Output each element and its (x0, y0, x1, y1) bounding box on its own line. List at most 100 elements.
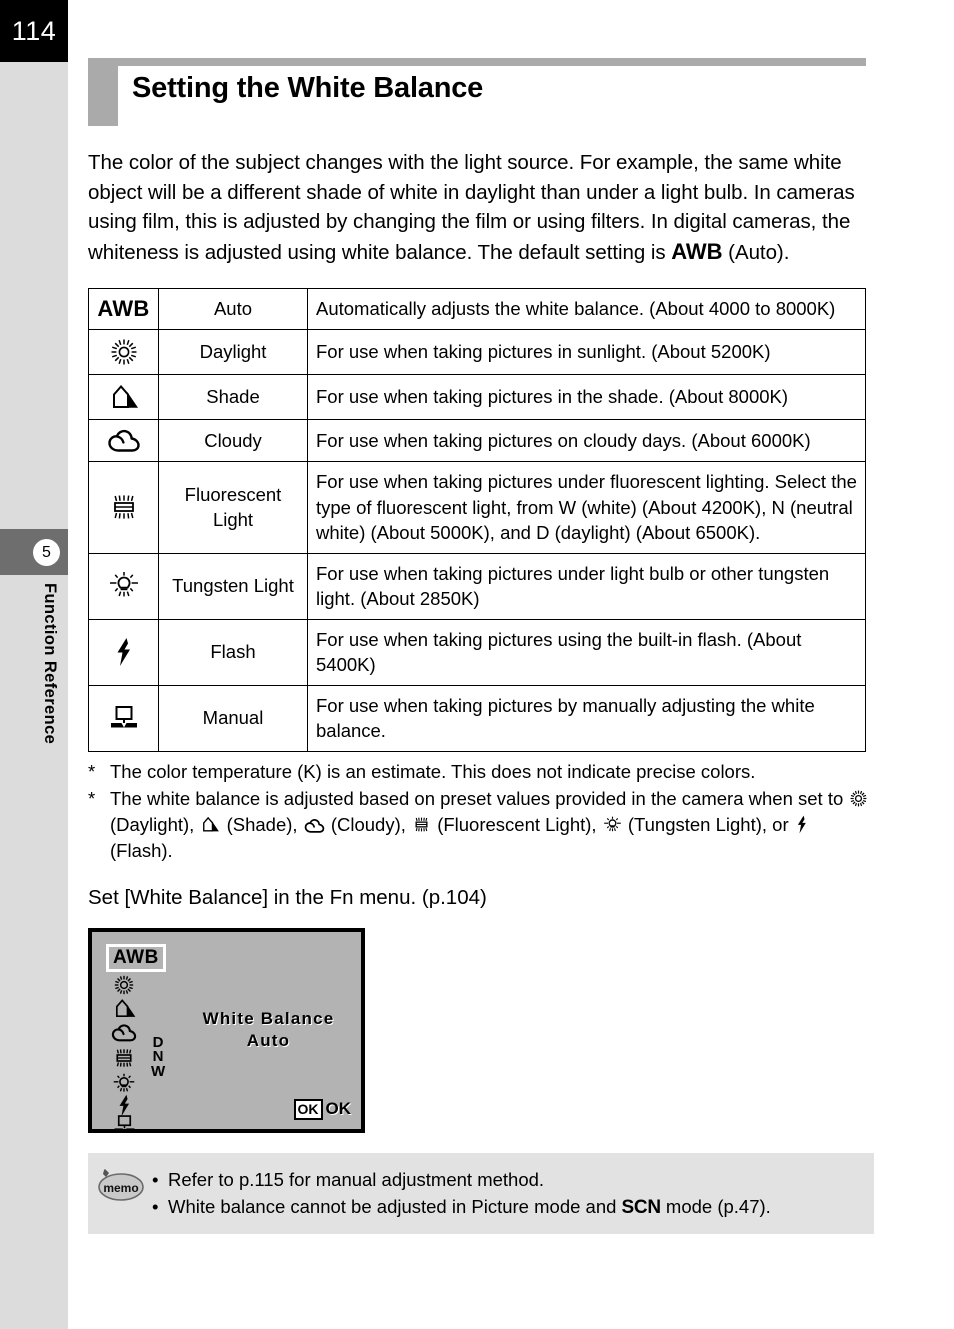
wb-desc-cell: For use when taking pictures using the b… (307, 618, 866, 686)
wb-name-cell: Tungsten Light (158, 552, 308, 620)
wb-icon-cell (88, 552, 159, 620)
table-row: Flash For use when taking pictures using… (88, 618, 866, 686)
heading-left-block (88, 66, 118, 126)
footnote-marker: * (88, 760, 96, 782)
house-shade-icon (108, 382, 140, 412)
wb-desc-cell: For use when taking pictures under light… (307, 552, 866, 620)
footnote-tungsten-label: (Tungsten Light), or (627, 813, 794, 835)
awb-text-icon: AWB (97, 295, 150, 321)
wb-name-cell: Daylight (158, 329, 308, 375)
wb-icon-cell (88, 374, 159, 420)
footnote-text: The white balance is adjusted based on p… (110, 786, 874, 864)
wb-name-cell: Shade (158, 374, 308, 420)
wb-desc-cell: For use when taking pictures in the shad… (307, 374, 866, 420)
memo-text-pre: White balance cannot be adjusted in Pict… (168, 1195, 622, 1217)
wb-desc-cell: For use when taking pictures in sunlight… (307, 329, 866, 375)
lcd-title-block: White Balance Auto (176, 1008, 361, 1052)
footnote-lead: The white balance is adjusted based on p… (110, 787, 849, 809)
footnote-shade-label: (Shade), (226, 813, 303, 835)
manual-screen-icon (108, 703, 140, 733)
chapter-tab: 5 (0, 529, 68, 575)
table-row: AWB Auto Automatically adjusts the white… (88, 287, 866, 330)
lcd-option-w[interactable]: W (151, 1064, 165, 1080)
bullet-icon: • (152, 1168, 159, 1190)
footnote-flash-label: (Flash). (110, 839, 173, 861)
intro-text-part2: (Auto). (722, 240, 790, 264)
wb-name-cell: Auto (158, 287, 308, 330)
footnote-cloudy-label: (Cloudy), (330, 813, 412, 835)
table-row: Fluorescent Light For use when taking pi… (88, 461, 866, 554)
sun-daylight-icon[interactable] (109, 972, 139, 998)
bullet-icon: • (152, 1195, 159, 1217)
memo-text: White balance cannot be adjusted in Pict… (168, 1193, 771, 1221)
footnote-2: * The white balance is adjusted based on… (88, 786, 874, 864)
table-row: Tungsten Light For use when taking pictu… (88, 552, 866, 620)
wb-desc-cell: Automatically adjusts the white balance.… (307, 287, 866, 330)
footnotes: * The color temperature (K) is an estima… (88, 759, 874, 864)
set-instruction: Set [White Balance] in the Fn menu. (p.1… (88, 885, 487, 909)
cloud-cloudy-icon (107, 428, 141, 454)
lcd-ok-label: OK (325, 1099, 352, 1119)
wb-icon-cell (88, 684, 159, 752)
house-shade-icon (200, 815, 220, 834)
table-row: Shade For use when taking pictures in th… (88, 374, 866, 420)
page-number: 114 (0, 0, 68, 62)
wb-name-cell: Flash (158, 618, 308, 686)
table-body: AWB Auto Automatically adjusts the white… (88, 287, 866, 752)
footnote-marker: * (88, 787, 96, 809)
sun-daylight-icon (849, 789, 868, 808)
table-row: Manual For use when taking pictures by m… (88, 684, 866, 752)
lcd-screen: AWB D N W White Balance Auto OK OK (88, 927, 365, 1133)
scn-mode-label: SCN (621, 1196, 662, 1218)
table-row: Daylight For use when taking pictures in… (88, 329, 866, 375)
wb-icon-cell (88, 461, 159, 554)
table-row: Cloudy For use when taking pictures on c… (88, 418, 866, 463)
white-balance-table: AWB Auto Automatically adjusts the white… (88, 287, 866, 752)
lcd-ok-button[interactable]: OK OK (293, 1098, 352, 1120)
memo-box: memo • Refer to p.115 for manual adjustm… (88, 1152, 874, 1234)
footnote-fluorescent-label: (Fluorescent Light), (437, 813, 602, 835)
heading-top-rule (88, 58, 866, 66)
memo-icon: memo (92, 1167, 148, 1205)
wb-name-cell: Fluorescent Light (158, 461, 308, 554)
sun-daylight-icon (109, 337, 139, 367)
wb-icon-cell (88, 418, 159, 463)
memo-item: • White balance cannot be adjusted in Pi… (152, 1193, 864, 1221)
lcd-title-line1: White Balance (202, 1008, 335, 1028)
chapter-sidebar: 5 Function Reference (0, 62, 68, 1329)
fluorescent-tube-icon (108, 491, 140, 523)
memo-text: Refer to p.115 for manual adjustment met… (168, 1168, 545, 1190)
fluorescent-tube-icon[interactable] (109, 1045, 139, 1071)
wb-icon-cell (88, 329, 159, 375)
lcd-fluorescent-dnw-options[interactable]: D N W (151, 1035, 165, 1080)
lcd-ok-box: OK (293, 1098, 323, 1120)
cloud-cloudy-icon[interactable] (109, 1020, 139, 1046)
lightbulb-tungsten-icon (108, 571, 140, 601)
cloud-cloudy-icon (304, 818, 325, 834)
wb-name-cell: Manual (158, 684, 308, 752)
page-title: Setting the White Balance (132, 72, 484, 104)
flash-bolt-icon (795, 815, 809, 834)
memo-item: • Refer to p.115 for manual adjustment m… (152, 1166, 864, 1193)
footnote-1: * The color temperature (K) is an estima… (88, 759, 874, 785)
wb-desc-cell: For use when taking pictures under fluor… (307, 461, 866, 554)
lightbulb-tungsten-icon (603, 816, 622, 834)
footnote-daylight-label: (Daylight), (110, 813, 200, 835)
chapter-title: Function Reference (41, 583, 59, 745)
lcd-awb-badge: AWB (106, 943, 166, 972)
chapter-number-badge: 5 (33, 539, 60, 566)
wb-desc-cell: For use when taking pictures by manually… (307, 684, 866, 752)
manual-screen-icon[interactable] (109, 1112, 139, 1138)
wb-name-cell: Cloudy (158, 418, 308, 463)
lcd-title-line2: Auto (246, 1030, 291, 1050)
section-heading: Setting the White Balance (88, 58, 878, 130)
flash-bolt-icon (113, 637, 135, 667)
wb-icon-cell (88, 618, 159, 686)
lcd-screen-figure: AWB D N W White Balance Auto OK OK (88, 927, 878, 1133)
fluorescent-tube-icon (412, 815, 431, 834)
memo-text-post: mode (p.47). (660, 1195, 771, 1217)
awb-inline-label: AWB (671, 238, 723, 264)
house-shade-icon[interactable] (109, 996, 139, 1022)
wb-icon-cell: AWB (88, 287, 159, 330)
intro-paragraph: The color of the subject changes with th… (88, 148, 874, 267)
